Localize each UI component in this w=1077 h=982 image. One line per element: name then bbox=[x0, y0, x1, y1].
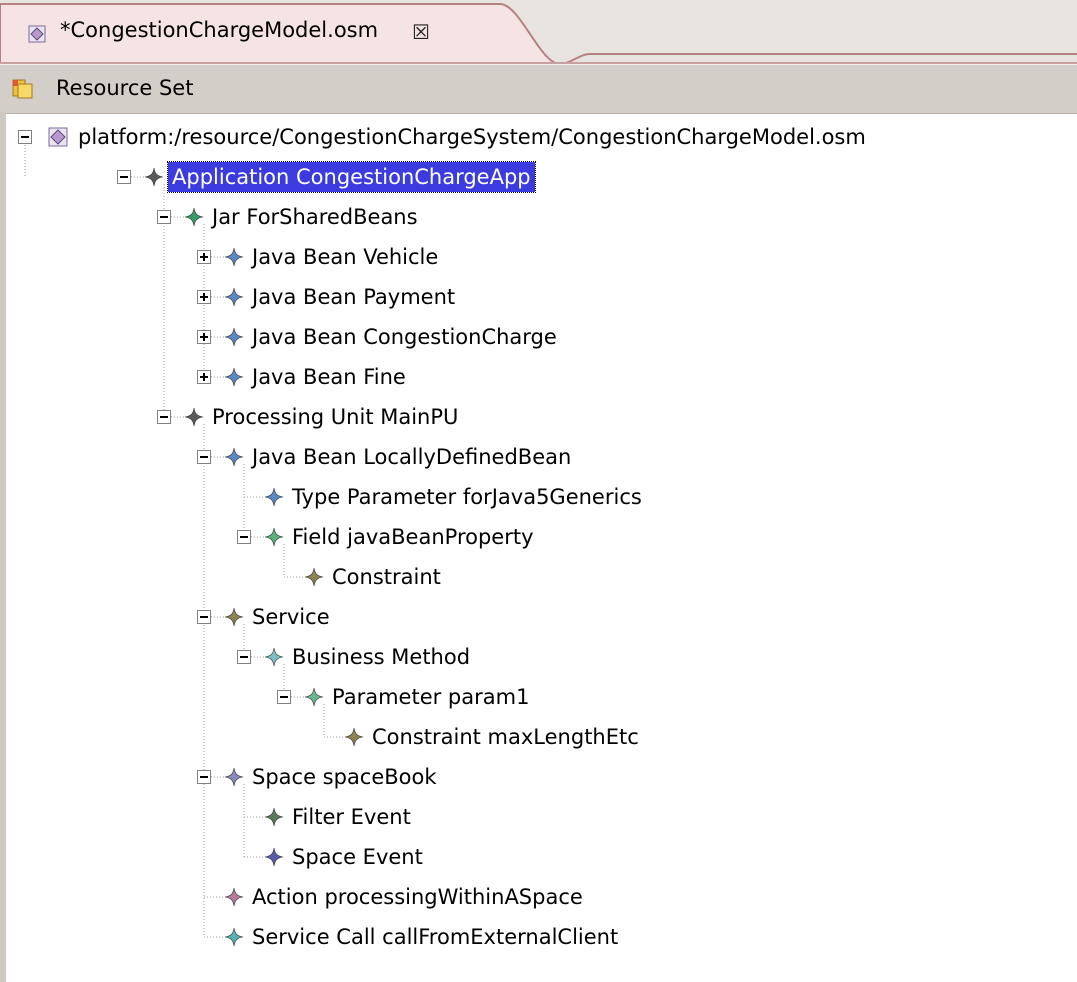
collapse-toggle-icon[interactable] bbox=[197, 610, 211, 624]
tree-item[interactable]: Filter Event bbox=[6, 798, 1066, 836]
collapse-toggle-icon[interactable] bbox=[157, 210, 171, 224]
collapse-toggle-icon[interactable] bbox=[197, 770, 211, 784]
element-diamond-icon bbox=[224, 607, 244, 627]
collapse-toggle-icon[interactable] bbox=[237, 530, 251, 544]
tree-item-label: Jar ForSharedBeans bbox=[212, 205, 418, 229]
expand-toggle-icon[interactable] bbox=[197, 330, 211, 344]
tree-item-label: Constraint bbox=[332, 565, 441, 589]
element-diamond-icon bbox=[184, 407, 204, 427]
tree-item[interactable]: Space Event bbox=[6, 838, 1066, 876]
tree-item-label: Application CongestionChargeApp bbox=[167, 161, 536, 193]
model-file-icon bbox=[48, 127, 68, 147]
tree-item-label: Service Call callFromExternalClient bbox=[252, 925, 619, 949]
tree-item[interactable]: Constraint bbox=[6, 558, 1066, 596]
collapse-toggle-icon[interactable] bbox=[277, 690, 291, 704]
element-diamond-icon bbox=[224, 767, 244, 787]
tree-item-label: Processing Unit MainPU bbox=[212, 405, 459, 429]
tree-item[interactable]: Constraint maxLengthEtc bbox=[6, 718, 1066, 756]
element-diamond-icon bbox=[224, 927, 244, 947]
element-diamond-icon bbox=[224, 367, 244, 387]
tree-root-label: platform:/resource/CongestionChargeSyste… bbox=[78, 125, 866, 149]
tree-item[interactable]: Java Bean Fine bbox=[6, 358, 1066, 396]
editor-tab-title: *CongestionChargeModel.osm bbox=[60, 18, 379, 42]
element-diamond-icon bbox=[224, 327, 244, 347]
editor-tab[interactable]: *CongestionChargeModel.osm ☒ bbox=[0, 0, 520, 64]
tree-item[interactable]: Action processingWithinASpace bbox=[6, 878, 1066, 916]
close-tab-icon[interactable]: ☒ bbox=[412, 20, 430, 44]
tree-item[interactable]: Space spaceBook bbox=[6, 758, 1066, 796]
editor-tab-bar: *CongestionChargeModel.osm ☒ bbox=[0, 0, 1077, 64]
collapse-toggle-icon[interactable] bbox=[157, 410, 171, 424]
tree-item[interactable]: Java Bean CongestionCharge bbox=[6, 318, 1066, 356]
tree-item-label: Java Bean CongestionCharge bbox=[252, 325, 557, 349]
element-diamond-icon bbox=[264, 807, 284, 827]
resource-set-header: Resource Set bbox=[0, 64, 1077, 114]
tree-item[interactable]: Application CongestionChargeApp bbox=[6, 158, 1066, 196]
tree-item-label: Java Bean Vehicle bbox=[252, 245, 439, 269]
tree-item-label: Business Method bbox=[292, 645, 471, 669]
tree-item-label: Parameter param1 bbox=[332, 685, 530, 709]
element-diamond-icon bbox=[304, 687, 324, 707]
resource-set-icon bbox=[12, 79, 33, 99]
tree-root-item[interactable]: platform:/resource/CongestionChargeSyste… bbox=[6, 118, 1066, 156]
collapse-toggle-icon[interactable] bbox=[18, 130, 32, 144]
expand-toggle-icon[interactable] bbox=[197, 290, 211, 304]
element-diamond-icon bbox=[304, 567, 324, 587]
tree-item-label: Action processingWithinASpace bbox=[252, 885, 583, 909]
expand-toggle-icon[interactable] bbox=[197, 370, 211, 384]
tree-item[interactable]: Java Bean LocallyDefinedBean bbox=[6, 438, 1066, 476]
element-diamond-icon bbox=[264, 487, 284, 507]
tree-item[interactable]: Jar ForSharedBeans bbox=[6, 198, 1066, 236]
resource-set-label: Resource Set bbox=[56, 76, 194, 100]
collapse-toggle-icon[interactable] bbox=[237, 650, 251, 664]
tree-item-label: Space Event bbox=[292, 845, 423, 869]
element-diamond-icon bbox=[144, 167, 164, 187]
element-diamond-icon bbox=[264, 847, 284, 867]
element-diamond-icon bbox=[184, 207, 204, 227]
tree-item-label: Service bbox=[252, 605, 330, 629]
tree-item[interactable]: Business Method bbox=[6, 638, 1066, 676]
tree-item-label: Java Bean Fine bbox=[252, 365, 406, 389]
tree-item[interactable]: Service Call callFromExternalClient bbox=[6, 918, 1066, 956]
collapse-toggle-icon[interactable] bbox=[197, 450, 211, 464]
tree-item-label: Field javaBeanProperty bbox=[292, 525, 534, 549]
tree-item[interactable]: Field javaBeanProperty bbox=[6, 518, 1066, 556]
tree-item[interactable]: Java Bean Vehicle bbox=[6, 238, 1066, 276]
tree-item-label: Type Parameter forJava5Generics bbox=[292, 485, 642, 509]
tree-item-label: Filter Event bbox=[292, 805, 411, 829]
model-tree[interactable]: platform:/resource/CongestionChargeSyste… bbox=[6, 112, 1077, 982]
tree-item[interactable]: Type Parameter forJava5Generics bbox=[6, 478, 1066, 516]
tree-item-label: Constraint maxLengthEtc bbox=[372, 725, 639, 749]
tree-item[interactable]: Parameter param1 bbox=[6, 678, 1066, 716]
element-diamond-icon bbox=[344, 727, 364, 747]
element-diamond-icon bbox=[264, 527, 284, 547]
element-diamond-icon bbox=[224, 247, 244, 267]
expand-toggle-icon[interactable] bbox=[197, 250, 211, 264]
element-diamond-icon bbox=[224, 287, 244, 307]
tree-item[interactable]: Java Bean Payment bbox=[6, 278, 1066, 316]
element-diamond-icon bbox=[224, 887, 244, 907]
editor-window: *CongestionChargeModel.osm ☒ Resource Se… bbox=[0, 0, 1077, 982]
element-diamond-icon bbox=[264, 647, 284, 667]
tree-item[interactable]: Processing Unit MainPU bbox=[6, 398, 1066, 436]
model-file-icon bbox=[28, 25, 46, 43]
tree-item[interactable]: Service bbox=[6, 598, 1066, 636]
tree-item-label: Java Bean Payment bbox=[252, 285, 456, 309]
collapse-toggle-icon[interactable] bbox=[117, 170, 131, 184]
tree-item-label: Space spaceBook bbox=[252, 765, 437, 789]
tree-item-label: Java Bean LocallyDefinedBean bbox=[252, 445, 572, 469]
element-diamond-icon bbox=[224, 447, 244, 467]
